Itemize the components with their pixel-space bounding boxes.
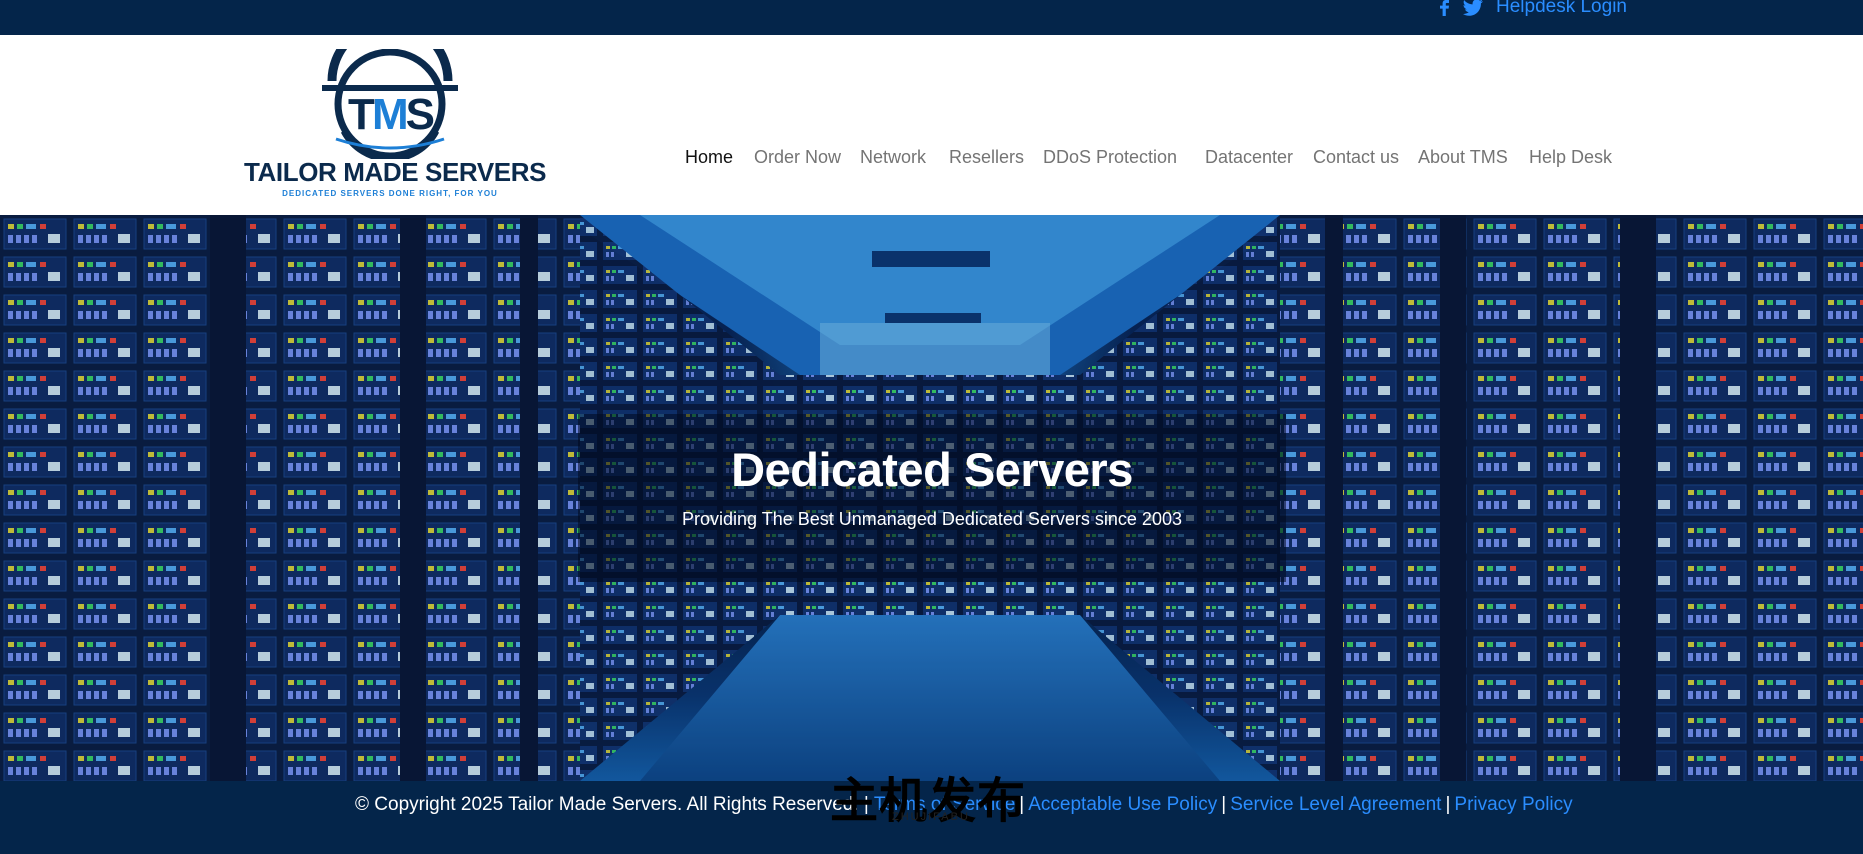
logo-brand-name: TAILOR MADE SERVERS <box>244 157 547 187</box>
hero-title: Dedicated Servers <box>731 443 1133 496</box>
terms-of-service-link[interactable]: Terms of Service <box>874 794 1015 815</box>
site-header: TMS TAILOR MADE SERVERS DEDICATED SERVER… <box>0 35 1863 215</box>
nav-order-now[interactable]: Order Now <box>754 147 841 168</box>
helpdesk-login-link[interactable]: Helpdesk Login <box>1496 0 1627 18</box>
nav-datacenter[interactable]: Datacenter <box>1205 147 1293 168</box>
nav-home[interactable]: Home <box>685 147 733 168</box>
site-footer: © Copyright 2025 Tailor Made Servers. Al… <box>0 773 1863 854</box>
service-level-agreement-link[interactable]: Service Level Agreement <box>1230 794 1441 815</box>
logo-tagline: DEDICATED SERVERS DONE RIGHT, FOR YOU <box>282 189 498 198</box>
acceptable-use-policy-link[interactable]: Acceptable Use Policy <box>1028 794 1217 815</box>
svg-text:TMS: TMS <box>348 90 434 139</box>
link-separator: | <box>1019 794 1025 815</box>
link-separator: | <box>1445 794 1451 815</box>
nav-resellers[interactable]: Resellers <box>949 147 1024 168</box>
copyright-text: © Copyright 2025 Tailor Made Servers. Al… <box>355 794 869 815</box>
footer-links-line: © Copyright 2025 Tailor Made Servers. Al… <box>355 794 1573 816</box>
privacy-policy-link[interactable]: Privacy Policy <box>1454 794 1572 815</box>
nav-contact-us[interactable]: Contact us <box>1313 147 1399 168</box>
hero-caption-box <box>578 414 1286 582</box>
logo-emblem: TMS <box>322 49 458 159</box>
facebook-icon[interactable] <box>1437 0 1451 16</box>
nav-help-desk[interactable]: Help Desk <box>1529 147 1612 168</box>
top-bar: Helpdesk Login <box>0 0 1863 35</box>
hero-banner: Dedicated Servers Providing The Best Unm… <box>0 215 1863 781</box>
link-separator: | <box>1221 794 1227 815</box>
twitter-icon[interactable] <box>1462 0 1484 17</box>
logo[interactable]: TMS TAILOR MADE SERVERS DEDICATED SERVER… <box>240 49 547 207</box>
nav-about-tms[interactable]: About TMS <box>1418 147 1508 168</box>
nav-network[interactable]: Network <box>860 147 926 168</box>
nav-ddos-protection[interactable]: DDoS Protection <box>1043 147 1177 168</box>
hero-subtitle: Providing The Best Unmanaged Dedicated S… <box>682 509 1182 529</box>
